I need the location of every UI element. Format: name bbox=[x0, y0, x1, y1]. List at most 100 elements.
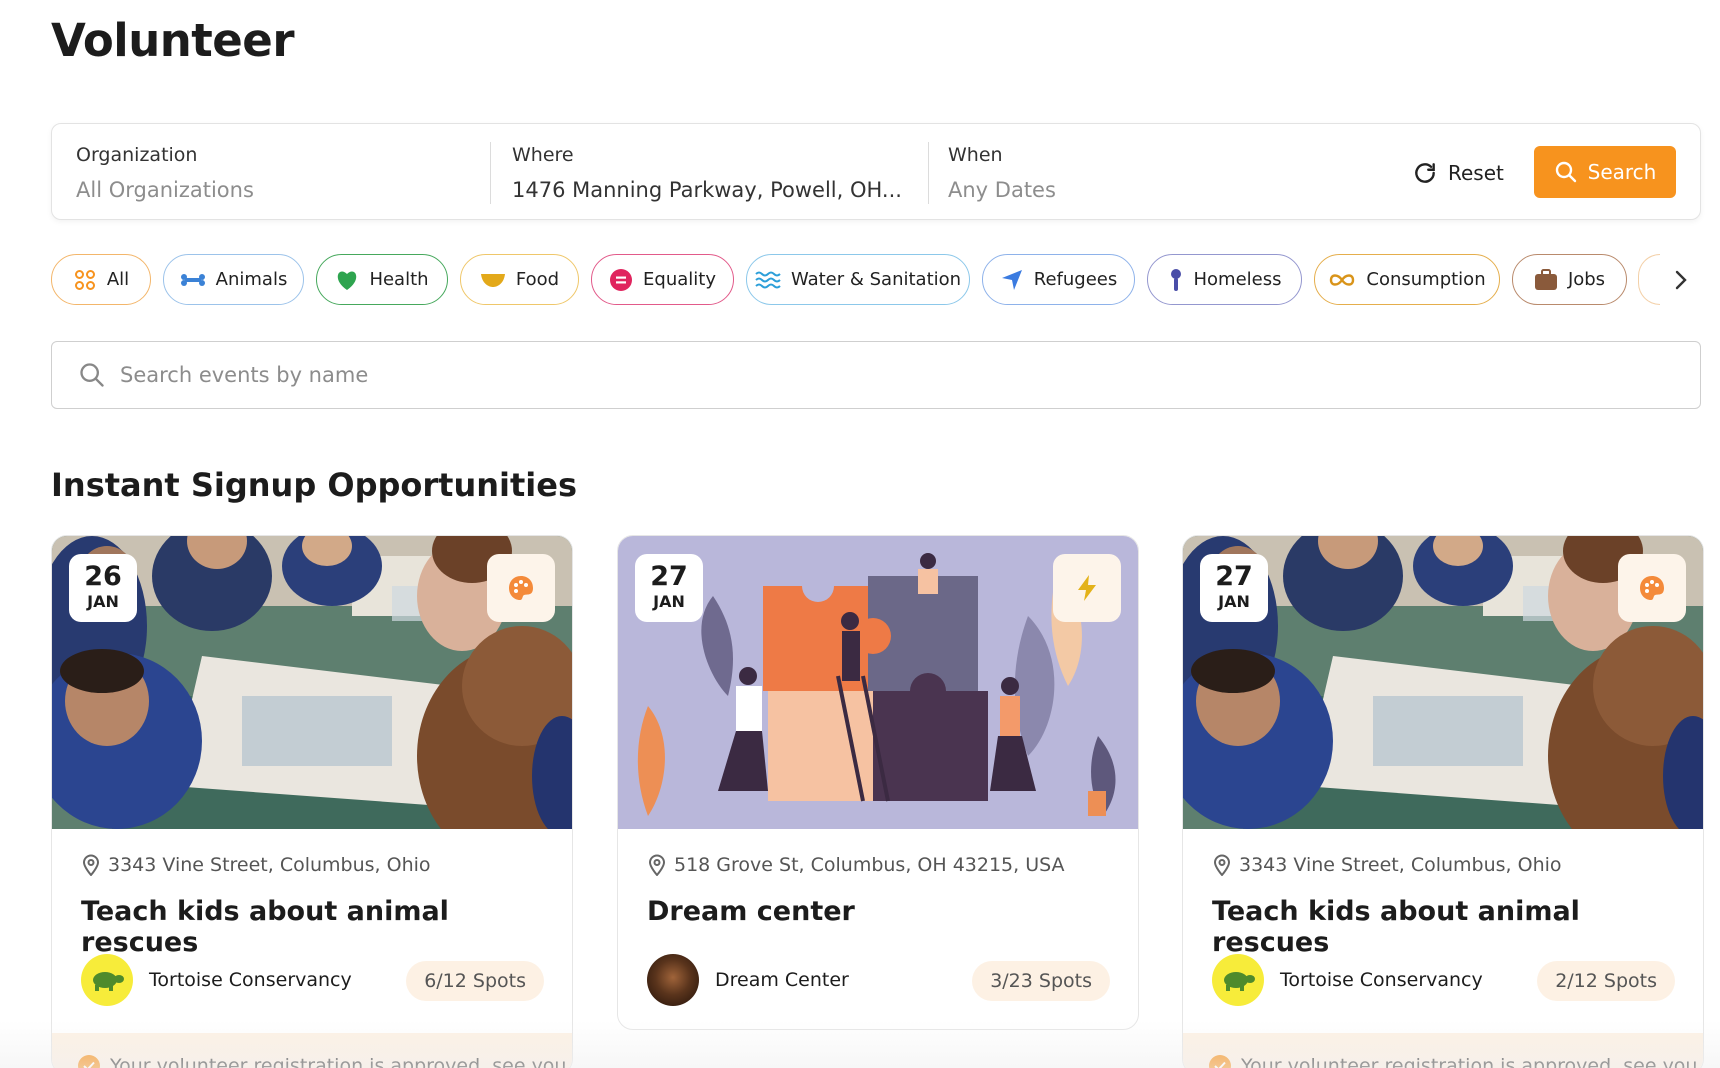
waves-icon bbox=[755, 271, 781, 288]
when-label: When bbox=[948, 144, 1003, 166]
chip-label: Equality bbox=[643, 269, 716, 290]
search-icon bbox=[80, 363, 104, 387]
chip-all[interactable]: All bbox=[51, 254, 151, 305]
chip-label: Health bbox=[369, 269, 429, 290]
event-image: 27 JAN bbox=[618, 536, 1138, 829]
location-text: 3343 Vine Street, Columbus, Ohio bbox=[1239, 854, 1562, 876]
palette-icon bbox=[1640, 576, 1664, 600]
event-organization[interactable]: Dream Center bbox=[647, 954, 849, 1006]
chip-animals[interactable]: Animals bbox=[163, 254, 304, 305]
location-text: 518 Grove St, Columbus, OH 43215, USA bbox=[674, 854, 1065, 876]
event-location: 3343 Vine Street, Columbus, Ohio bbox=[1213, 854, 1562, 876]
chip-refugees[interactable]: Refugees bbox=[982, 254, 1135, 305]
refresh-icon bbox=[1415, 163, 1435, 183]
divider bbox=[490, 142, 491, 204]
avatar bbox=[1212, 954, 1264, 1006]
chip-label: Consumption bbox=[1366, 269, 1486, 290]
search-icon bbox=[1555, 161, 1576, 183]
category-chips: All Animals Health Food Equality Water &… bbox=[51, 254, 1651, 306]
chevron-right-icon bbox=[1675, 270, 1687, 290]
location-pin-icon bbox=[1213, 854, 1231, 876]
where-filter[interactable]: Where 1476 Manning Parkway, Powell, OH..… bbox=[512, 124, 912, 221]
search-label: Search bbox=[1587, 160, 1657, 184]
event-card[interactable]: 27 JAN 518 Grove St, Columbus, OH 43215,… bbox=[617, 535, 1139, 1030]
approved-text: Your volunteer registration is approved,… bbox=[110, 1055, 567, 1068]
check-icon bbox=[78, 1055, 100, 1068]
org-name: Tortoise Conservancy bbox=[1280, 969, 1483, 991]
chip-label: Food bbox=[515, 269, 560, 290]
category-badge bbox=[487, 554, 555, 622]
event-title[interactable]: Dream center bbox=[647, 896, 855, 927]
chip-label: Water & Sanitation bbox=[790, 269, 962, 290]
event-card[interactable]: 27 JAN 3343 Vine Street, Columbus, Ohio … bbox=[1182, 535, 1704, 1068]
spots-badge: 6/12 Spots bbox=[406, 961, 544, 1001]
when-value: Any Dates bbox=[948, 178, 1056, 202]
event-location: 3343 Vine Street, Columbus, Ohio bbox=[82, 854, 431, 876]
chip-label: Homeless bbox=[1193, 269, 1282, 290]
when-filter[interactable]: When Any Dates bbox=[948, 124, 1348, 221]
category-badge bbox=[1053, 554, 1121, 622]
search-button[interactable]: Search bbox=[1534, 146, 1676, 198]
chip-water-sanitation[interactable]: Water & Sanitation bbox=[746, 254, 970, 305]
approved-text: Your volunteer registration is approved,… bbox=[1241, 1055, 1698, 1068]
bone-icon bbox=[180, 273, 205, 286]
chips-next-button[interactable] bbox=[1667, 266, 1695, 294]
briefcase-icon bbox=[1534, 268, 1557, 290]
where-label: Where bbox=[512, 144, 574, 166]
date-badge: 26 JAN bbox=[69, 554, 137, 622]
organization-filter[interactable]: Organization All Organizations bbox=[76, 124, 476, 221]
chip-label: All bbox=[106, 269, 130, 290]
chip-jobs[interactable]: Jobs bbox=[1512, 254, 1627, 305]
section-title: Instant Signup Opportunities bbox=[51, 466, 577, 504]
event-search-input[interactable] bbox=[120, 363, 1620, 387]
page-title: Volunteer bbox=[51, 14, 295, 67]
location-pin-icon bbox=[648, 854, 666, 876]
location-pin-icon bbox=[82, 854, 100, 876]
chip-label: Animals bbox=[215, 269, 288, 290]
event-card[interactable]: 26 JAN 3343 Vine Street, Columbus, Ohio … bbox=[51, 535, 573, 1068]
event-organization[interactable]: Tortoise Conservancy bbox=[81, 954, 352, 1006]
date-badge: 27 JAN bbox=[1200, 554, 1268, 622]
pin-person-icon bbox=[1170, 268, 1181, 291]
approved-notice: Your volunteer registration is approved,… bbox=[52, 1033, 572, 1068]
reset-button[interactable]: Reset bbox=[1412, 150, 1504, 196]
tortoise-icon bbox=[93, 972, 124, 991]
event-title[interactable]: Teach kids about animal rescues bbox=[1212, 896, 1703, 958]
avatar bbox=[81, 954, 133, 1006]
date-badge: 27 JAN bbox=[635, 554, 703, 622]
palette-icon bbox=[509, 576, 533, 600]
chip-consumption[interactable]: Consumption bbox=[1314, 254, 1500, 305]
spots-badge: 2/12 Spots bbox=[1537, 961, 1675, 1001]
org-name: Tortoise Conservancy bbox=[149, 969, 352, 991]
date-month: JAN bbox=[653, 592, 685, 611]
event-title[interactable]: Teach kids about animal rescues bbox=[81, 896, 572, 958]
check-icon bbox=[1209, 1055, 1231, 1068]
event-search-box bbox=[51, 341, 1701, 409]
chip-health[interactable]: Health bbox=[316, 254, 448, 305]
date-month: JAN bbox=[87, 592, 119, 611]
approved-notice: Your volunteer registration is approved,… bbox=[1183, 1033, 1703, 1068]
chip-homeless[interactable]: Homeless bbox=[1147, 254, 1302, 305]
where-value: 1476 Manning Parkway, Powell, OH... bbox=[512, 178, 902, 202]
filter-bar: Organization All Organizations Where 147… bbox=[51, 123, 1701, 220]
bowl-icon bbox=[480, 273, 505, 287]
divider bbox=[928, 142, 929, 204]
chip-food[interactable]: Food bbox=[460, 254, 579, 305]
event-organization[interactable]: Tortoise Conservancy bbox=[1212, 954, 1483, 1006]
chip-label: Jobs bbox=[1567, 269, 1606, 290]
event-image: 27 JAN bbox=[1183, 536, 1703, 829]
paper-plane-icon bbox=[1001, 269, 1022, 290]
date-month: JAN bbox=[1218, 592, 1250, 611]
lightning-icon bbox=[1078, 575, 1096, 601]
equality-icon bbox=[610, 268, 633, 291]
tortoise-icon bbox=[1224, 972, 1255, 991]
organization-label: Organization bbox=[76, 144, 198, 166]
category-badge bbox=[1618, 554, 1686, 622]
heart-icon bbox=[338, 271, 357, 290]
chip-label: Refugees bbox=[1033, 269, 1118, 290]
event-location: 518 Grove St, Columbus, OH 43215, USA bbox=[648, 854, 1065, 876]
location-text: 3343 Vine Street, Columbus, Ohio bbox=[108, 854, 431, 876]
date-day: 26 bbox=[84, 561, 122, 592]
event-image: 26 JAN bbox=[52, 536, 572, 829]
chip-equality[interactable]: Equality bbox=[591, 254, 734, 305]
